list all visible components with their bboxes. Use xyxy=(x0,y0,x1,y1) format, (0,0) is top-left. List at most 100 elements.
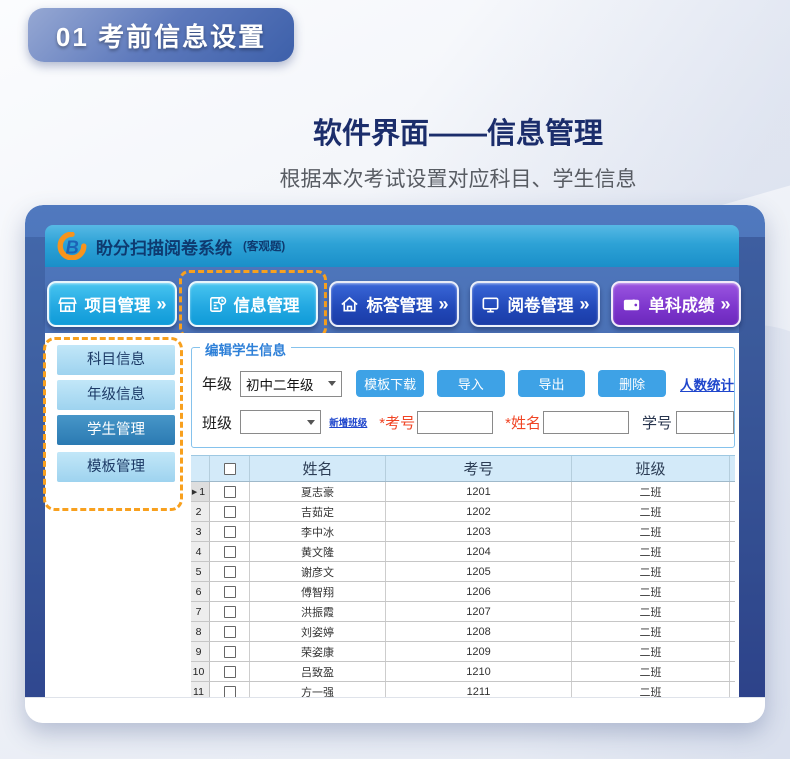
row-checkbox-cell[interactable] xyxy=(210,482,250,501)
cell-name: 方一强 xyxy=(250,682,386,697)
cell-extra xyxy=(730,482,735,501)
table-body: ▶1夏志豪1201二班2吉茹定1202二班3李中冰1203二班4黄文隆1204二… xyxy=(191,482,735,697)
row-checkbox-cell[interactable] xyxy=(210,582,250,601)
checkbox[interactable] xyxy=(224,566,236,578)
checkbox[interactable] xyxy=(224,586,236,598)
row-checkbox-cell[interactable] xyxy=(210,542,250,561)
cell-extra xyxy=(730,562,735,581)
cell-exam-no: 1204 xyxy=(386,542,572,561)
cell-class: 二班 xyxy=(572,482,730,501)
row-indicator: 7 xyxy=(191,602,210,621)
cell-class: 二班 xyxy=(572,642,730,661)
fieldset-legend: 编辑学生信息 xyxy=(200,339,291,359)
cell-name: 洪振霞 xyxy=(250,602,386,621)
row-indicator: 2 xyxy=(191,502,210,521)
toolbar-button-answer[interactable]: 标答管理 » xyxy=(329,281,459,327)
main-panel: 编辑学生信息 年级 初中二年级 模板下载 导入 导出 删除 人数统计 班级 xyxy=(191,333,735,697)
cell-class: 二班 xyxy=(572,582,730,601)
toolbar-button-label: 项目管理 xyxy=(84,292,150,316)
row-checkbox-cell[interactable] xyxy=(210,602,250,621)
chevron-down-icon xyxy=(328,381,336,386)
row-checkbox-cell[interactable] xyxy=(210,662,250,681)
cell-exam-no: 1208 xyxy=(386,622,572,641)
form-row-class: 班级 新增班级 *考号 *姓名 学号 xyxy=(202,409,734,435)
content-area: 科目信息 年级信息 学生管理 模板管理 编辑学生信息 年级 初中二年级 模板下载… xyxy=(45,333,739,697)
exam-no-input[interactable] xyxy=(417,411,493,434)
row-checkbox-cell[interactable] xyxy=(210,642,250,661)
student-no-label: 学号 xyxy=(642,412,672,433)
row-checkbox-cell[interactable] xyxy=(210,502,250,521)
monitor-icon xyxy=(480,294,501,315)
cell-name: 傅智翔 xyxy=(250,582,386,601)
table-row[interactable]: 8刘姿婷1208二班 xyxy=(191,622,735,642)
table-row[interactable]: 2吉茹定1202二班 xyxy=(191,502,735,522)
table-row[interactable]: 5谢彦文1205二班 xyxy=(191,562,735,582)
cell-extra xyxy=(730,602,735,621)
row-checkbox-cell[interactable] xyxy=(210,622,250,641)
checkbox[interactable] xyxy=(224,546,236,558)
sidebar-item-students[interactable]: 学生管理 xyxy=(57,415,175,445)
toolbar: 项目管理 » 信息管理 » 标答管理 » xyxy=(47,281,741,327)
table-row[interactable]: 9荣姿康1209二班 xyxy=(191,642,735,662)
class-label: 班级 xyxy=(202,412,232,433)
checkbox[interactable] xyxy=(224,666,236,678)
cell-extra xyxy=(730,582,735,601)
checkbox[interactable] xyxy=(224,526,236,538)
cell-extra xyxy=(730,662,735,681)
grade-select[interactable]: 初中二年级 xyxy=(240,371,342,397)
template-download-button[interactable]: 模板下载 xyxy=(356,370,424,397)
table-row[interactable]: 7洪振霞1207二班 xyxy=(191,602,735,622)
row-indicator: 9 xyxy=(191,642,210,661)
sidebar-item-grades[interactable]: 年级信息 xyxy=(57,380,175,410)
student-no-input[interactable] xyxy=(676,411,734,434)
row-checkbox-cell[interactable] xyxy=(210,562,250,581)
class-select[interactable] xyxy=(240,410,321,434)
store-icon xyxy=(57,294,78,315)
checkbox xyxy=(224,463,236,475)
name-input[interactable] xyxy=(543,411,629,434)
table-row[interactable]: 6傅智翔1206二班 xyxy=(191,582,735,602)
cell-class: 二班 xyxy=(572,522,730,541)
sidebar-item-subjects[interactable]: 科目信息 xyxy=(57,345,175,375)
header-checkbox-cell[interactable] xyxy=(210,456,250,481)
checkbox[interactable] xyxy=(224,486,236,498)
row-checkbox-cell[interactable] xyxy=(210,522,250,541)
sidebar-item-templates[interactable]: 模板管理 xyxy=(57,452,175,482)
toolbar-button-marking[interactable]: 阅卷管理 » xyxy=(470,281,600,327)
table-row[interactable]: ▶1夏志豪1201二班 xyxy=(191,482,735,502)
checkbox[interactable] xyxy=(224,686,236,698)
more-arrow-icon: » xyxy=(720,294,730,315)
toolbar-button-scores[interactable]: 单科成绩 » xyxy=(611,281,741,327)
checkbox[interactable] xyxy=(224,606,236,618)
row-indicator: 3 xyxy=(191,522,210,541)
page-subtitle: 根据本次考试设置对应科目、学生信息 xyxy=(0,163,790,193)
section-badge: 01 考前信息设置 xyxy=(28,8,294,62)
checkbox[interactable] xyxy=(224,626,236,638)
add-class-link[interactable]: 新增班级 xyxy=(329,415,367,429)
checkbox[interactable] xyxy=(224,506,236,518)
cell-extra xyxy=(730,522,735,541)
table-row[interactable]: 10吕致盈1210二班 xyxy=(191,662,735,682)
app-logo-icon: B xyxy=(57,232,87,260)
row-checkbox-cell[interactable] xyxy=(210,682,250,697)
cell-class: 二班 xyxy=(572,562,730,581)
app-title: 盼分扫描阅卷系统 xyxy=(96,234,232,259)
delete-button[interactable]: 删除 xyxy=(598,370,666,397)
table-row[interactable]: 3李中冰1203二班 xyxy=(191,522,735,542)
checkbox[interactable] xyxy=(224,646,236,658)
cell-exam-no: 1206 xyxy=(386,582,572,601)
table-row[interactable]: 4黄文隆1204二班 xyxy=(191,542,735,562)
import-button[interactable]: 导入 xyxy=(437,370,505,397)
student-count-link[interactable]: 人数统计 xyxy=(680,374,734,394)
more-arrow-icon: » xyxy=(156,294,166,315)
toolbar-button-project[interactable]: 项目管理 » xyxy=(47,281,177,327)
cell-exam-no: 1211 xyxy=(386,682,572,697)
cell-exam-no: 1203 xyxy=(386,522,572,541)
table-row[interactable]: 11方一强1211二班 xyxy=(191,682,735,697)
grade-label: 年级 xyxy=(202,373,232,394)
header-extra xyxy=(730,456,735,481)
cell-name: 荣姿康 xyxy=(250,642,386,661)
more-arrow-icon: » xyxy=(438,294,448,315)
export-button[interactable]: 导出 xyxy=(518,370,586,397)
toolbar-button-info[interactable]: 信息管理 xyxy=(188,281,318,327)
